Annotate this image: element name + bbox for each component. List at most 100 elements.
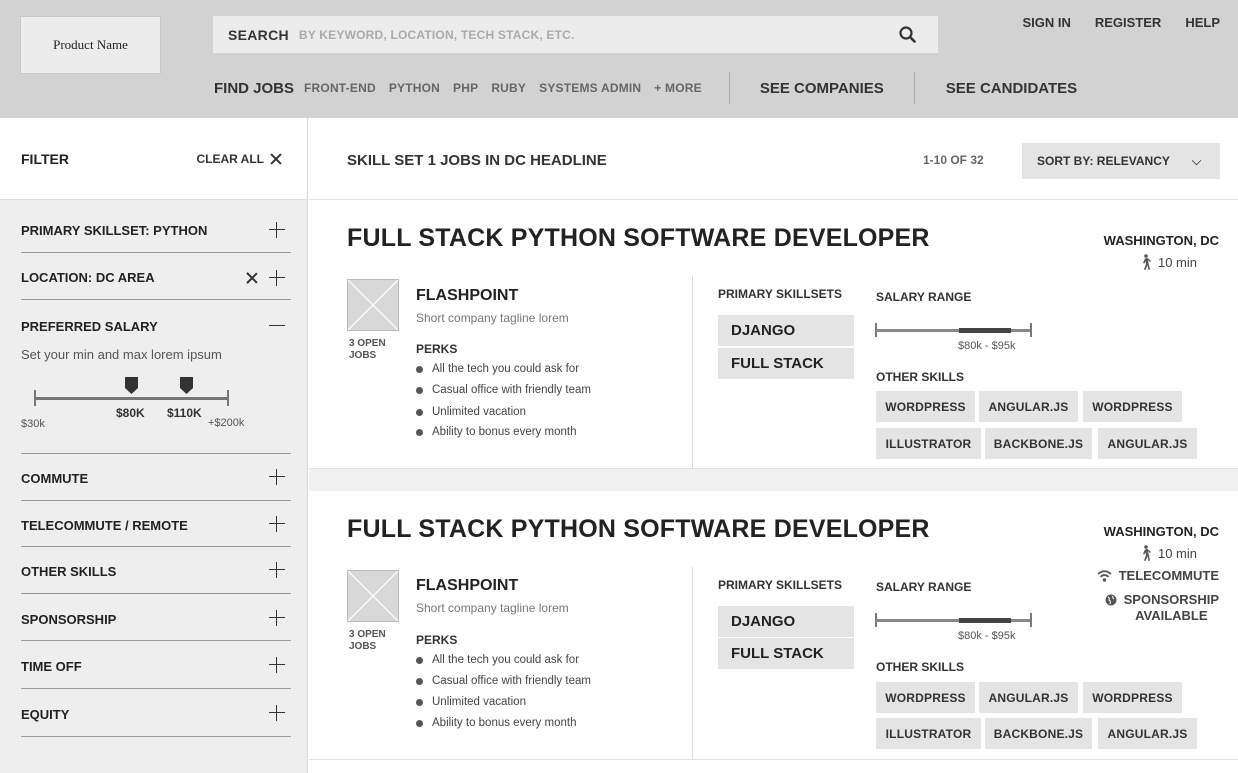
facet-time-off[interactable]: TIME OFF (21, 641, 291, 689)
job-card[interactable]: FULL STACK PYTHON SOFTWARE DEVELOPER WAS… (309, 200, 1238, 469)
slider-range-min: $30k (21, 418, 45, 430)
skill-chip[interactable]: ILLUSTRATOR (876, 428, 981, 459)
open-jobs-count[interactable]: 3 OPEN (349, 629, 386, 641)
facet-location[interactable]: LOCATION: DC AREA (21, 253, 291, 300)
facet-other-skills[interactable]: OTHER SKILLS (21, 547, 291, 594)
plus-icon[interactable] (269, 469, 285, 485)
help-link[interactable]: HELP (1185, 15, 1220, 30)
skill-chip[interactable]: ANGULAR.JS (979, 391, 1078, 422)
card-separator (309, 469, 1238, 491)
job-title[interactable]: FULL STACK PYTHON SOFTWARE DEVELOPER (347, 515, 930, 544)
skill-chip[interactable]: ANGULAR.JS (1098, 428, 1197, 459)
facet-label: OTHER SKILLS (21, 564, 117, 579)
facet-label[interactable]: PREFERRED SALARY (21, 319, 158, 334)
see-candidates-link[interactable]: SEE CANDIDATES (946, 80, 1077, 97)
perk-item: Casual office with friendly team (416, 384, 591, 396)
filter-header: FILTER CLEAR ALL (0, 118, 307, 200)
facet-commute[interactable]: COMMUTE (21, 454, 291, 501)
salary-range-value: $80k - $95k (958, 630, 1016, 642)
perk-item: All the tech you could ask for (416, 654, 579, 666)
chevron-down-icon (1191, 155, 1202, 166)
salary-tick-right (1030, 323, 1032, 337)
bullet-icon (416, 698, 423, 706)
commute-value: 10 min (1157, 545, 1197, 561)
open-jobs-label[interactable]: JOBS (349, 350, 376, 362)
other-skills-title: OTHER SKILLS (876, 370, 965, 384)
perk-text: Unlimited vacation (432, 406, 526, 418)
plus-icon[interactable] (269, 270, 285, 286)
nav-tag-python[interactable]: PYTHON (389, 81, 440, 95)
facet-sponsorship[interactable]: SPONSORSHIP (21, 594, 291, 641)
salary-slider-track[interactable] (35, 397, 228, 400)
nav-tag-more[interactable]: + MORE (654, 81, 702, 95)
plus-icon[interactable] (269, 562, 285, 578)
primary-skill-chip[interactable]: FULL STACK (718, 348, 854, 379)
nav-divider (913, 72, 915, 104)
find-jobs-link[interactable]: FIND JOBS (214, 80, 294, 97)
perk-text: Ability to bonus every month (432, 426, 577, 438)
see-companies-link[interactable]: SEE COMPANIES (760, 80, 884, 97)
skill-chip[interactable]: BACKBONE.JS (985, 718, 1092, 749)
open-jobs-count[interactable]: 3 OPEN (349, 338, 386, 350)
minus-icon[interactable] (269, 318, 285, 334)
search-icon[interactable] (899, 26, 916, 43)
product-logo[interactable]: Product Name (20, 16, 161, 74)
facet-primary-skillset[interactable]: PRIMARY SKILLSET: PYTHON (21, 210, 291, 253)
primary-skill-chip[interactable]: DJANGO (718, 315, 854, 346)
clear-all-label: CLEAR ALL (196, 151, 264, 166)
facet-equity[interactable]: EQUITY (21, 689, 291, 737)
nav-tag-ruby[interactable]: RUBY (491, 81, 526, 95)
skill-chip[interactable]: ANGULAR.JS (979, 682, 1078, 713)
primary-skill-chip[interactable]: DJANGO (718, 606, 854, 637)
salary-range-fill (959, 618, 1011, 623)
plus-icon[interactable] (269, 657, 285, 673)
telecommute-label: TELECOMMUTE (1118, 568, 1219, 583)
company-name[interactable]: FLASHPOINT (416, 287, 518, 305)
skill-chip[interactable]: ILLUSTRATOR (876, 718, 981, 749)
globe-icon (1105, 594, 1117, 606)
sign-in-link[interactable]: SIGN IN (1022, 15, 1070, 30)
clear-all-button[interactable]: CLEAR ALL (196, 152, 282, 166)
salary-description: Set your min and max lorem ipsum (21, 347, 222, 362)
facet-label: TELECOMMUTE / REMOTE (21, 518, 188, 533)
skill-chip[interactable]: WORDPRESS (1083, 391, 1182, 422)
company-name[interactable]: FLASHPOINT (416, 577, 518, 595)
open-jobs-label[interactable]: JOBS (349, 641, 376, 653)
perk-text: Casual office with friendly team (432, 675, 591, 687)
nav-tag-php[interactable]: PHP (453, 81, 478, 95)
nav-tag-front-end[interactable]: FRONT-END (304, 81, 376, 95)
plus-icon[interactable] (269, 610, 285, 626)
walking-icon (1142, 254, 1151, 270)
slider-min-handle[interactable] (125, 377, 138, 394)
register-link[interactable]: REGISTER (1095, 15, 1161, 30)
bullet-icon (416, 677, 423, 685)
plus-icon[interactable] (269, 516, 285, 532)
sort-dropdown[interactable]: SORT BY: RELEVANCY (1022, 143, 1220, 179)
facet-label: LOCATION: DC AREA (21, 270, 155, 285)
job-card[interactable]: FULL STACK PYTHON SOFTWARE DEVELOPER WAS… (309, 491, 1238, 760)
salary-range-title: SALARY RANGE (876, 580, 972, 594)
perk-item: Unlimited vacation (416, 406, 526, 418)
plus-icon[interactable] (269, 705, 285, 721)
job-title[interactable]: FULL STACK PYTHON SOFTWARE DEVELOPER (347, 224, 930, 253)
company-logo-placeholder[interactable] (347, 279, 399, 331)
skill-chip[interactable]: WORDPRESS (876, 391, 975, 422)
skill-chip[interactable]: ANGULAR.JS (1098, 718, 1197, 749)
slider-max-handle[interactable] (180, 377, 193, 394)
skill-chip[interactable]: BACKBONE.JS (985, 428, 1092, 459)
perk-item: Unlimited vacation (416, 696, 526, 708)
commute-time: 10 min (1140, 545, 1197, 561)
remove-filter-icon[interactable] (246, 272, 258, 284)
search-input[interactable] (298, 27, 879, 42)
plus-icon[interactable] (269, 222, 285, 238)
facet-label: TIME OFF (21, 659, 82, 674)
primary-skill-chip[interactable]: FULL STACK (718, 638, 854, 669)
facet-label: SPONSORSHIP (21, 612, 117, 627)
company-logo-placeholder[interactable] (347, 570, 399, 622)
facet-telecommute[interactable]: TELECOMMUTE / REMOTE (21, 501, 291, 547)
nav-tag-systems-admin[interactable]: SYSTEMS ADMIN (539, 81, 641, 95)
bullet-icon (416, 719, 423, 727)
skill-chip[interactable]: WORDPRESS (876, 682, 975, 713)
results-headline: SKILL SET 1 JOBS IN DC HEADLINE (347, 152, 607, 169)
skill-chip[interactable]: WORDPRESS (1083, 682, 1182, 713)
